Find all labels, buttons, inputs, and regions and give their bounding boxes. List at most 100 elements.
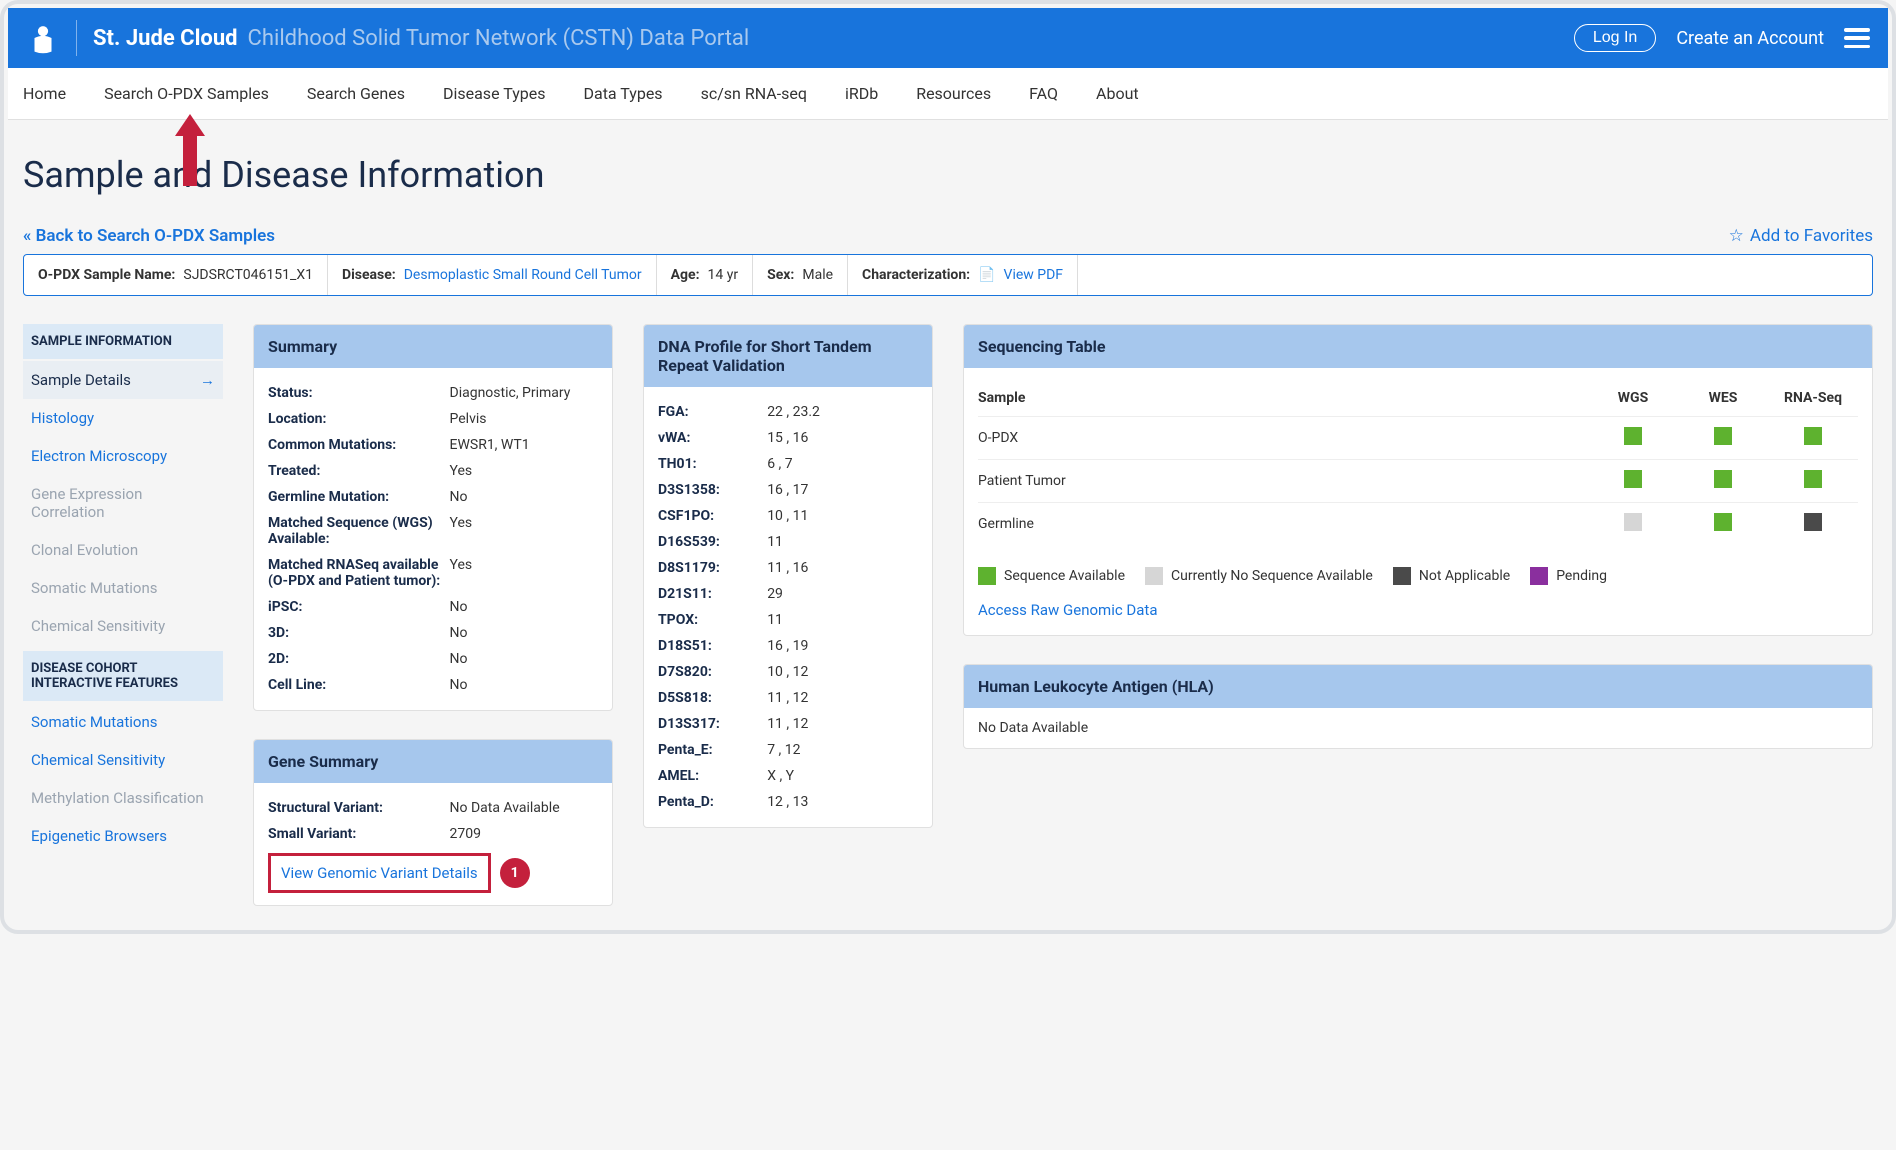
nav-rna-seq[interactable]: sc/sn RNA-seq — [701, 68, 807, 119]
data-row: Treated:Yes — [268, 458, 598, 484]
sidebar-section-sample-info: SAMPLE INFORMATION — [23, 324, 223, 359]
data-row: Matched RNASeq available (O-PDX and Pati… — [268, 552, 598, 594]
data-row: Cell Line:No — [268, 672, 598, 698]
logo-block: St. Jude Cloud Childhood Solid Tumor Net… — [26, 20, 749, 56]
create-account-link[interactable]: Create an Account — [1676, 28, 1824, 49]
nav-faq[interactable]: FAQ — [1029, 68, 1058, 119]
logo-divider — [76, 20, 77, 56]
status-square-icon — [1714, 427, 1732, 445]
info-sample-name: O-PDX Sample Name: SJDSRCT046151_X1 — [24, 255, 328, 295]
legend-square-icon — [1393, 567, 1411, 585]
legend-square-icon — [1530, 567, 1548, 585]
view-pdf-link[interactable]: View PDF — [1004, 267, 1064, 283]
annotation-step-1-box: View Genomic Variant Details 1 — [268, 853, 491, 893]
seq-row: O-PDX — [978, 416, 1858, 459]
data-row: Penta_D:12 , 13 — [658, 789, 918, 815]
annotation-arrow-icon — [175, 114, 205, 184]
seq-header-row: Sample WGS WES RNA-Seq — [978, 380, 1858, 416]
arrow-right-icon: → — [200, 371, 215, 389]
data-row: Germline Mutation:No — [268, 484, 598, 510]
dna-profile-panel: DNA Profile for Short Tandem Repeat Vali… — [643, 324, 933, 828]
data-row: Common Mutations:EWSR1, WT1 — [268, 432, 598, 458]
favorite-label: Add to Favorites — [1750, 226, 1873, 246]
sidebar-item: Clonal Evolution — [23, 531, 223, 569]
back-link[interactable]: « Back to Search O-PDX Samples — [23, 226, 275, 246]
summary-title: Summary — [254, 325, 612, 368]
data-row: D5S818:11 , 12 — [658, 685, 918, 711]
data-row: 3D:No — [268, 620, 598, 646]
view-genomic-variant-link[interactable]: View Genomic Variant Details — [281, 864, 478, 882]
login-button[interactable]: Log In — [1574, 24, 1656, 52]
nav-about[interactable]: About — [1096, 68, 1139, 119]
status-square-icon — [1714, 513, 1732, 531]
data-row: Status:Diagnostic, Primary — [268, 380, 598, 406]
data-row: Location:Pelvis — [268, 406, 598, 432]
data-row: Structural Variant:No Data Available — [268, 795, 598, 821]
sidebar-item[interactable]: Epigenetic Browsers — [23, 817, 223, 855]
data-row: Small Variant:2709 — [268, 821, 598, 847]
brand-subtitle: Childhood Solid Tumor Network (CSTN) Dat… — [248, 26, 750, 51]
dna-profile-title: DNA Profile for Short Tandem Repeat Vali… — [644, 325, 932, 387]
nav-home[interactable]: Home — [23, 68, 66, 119]
status-square-icon — [1624, 513, 1642, 531]
data-row: D16S539:11 — [658, 529, 918, 555]
hla-title: Human Leukocyte Antigen (HLA) — [964, 665, 1872, 708]
status-square-icon — [1804, 470, 1822, 488]
stjude-logo-icon — [26, 21, 60, 55]
data-row: FGA:22 , 23.2 — [658, 399, 918, 425]
sidebar-item: Somatic Mutations — [23, 569, 223, 607]
nav-disease-types[interactable]: Disease Types — [443, 68, 546, 119]
legend-item: Not Applicable — [1393, 567, 1510, 585]
sidebar-item[interactable]: Chemical Sensitivity — [23, 741, 223, 779]
sidebar: SAMPLE INFORMATION Sample Details→Histol… — [23, 324, 223, 855]
data-row: vWA:15 , 16 — [658, 425, 918, 451]
seq-row: Patient Tumor — [978, 459, 1858, 502]
sidebar-item: Methylation Classification — [23, 779, 223, 817]
data-row: CSF1PO:10 , 11 — [658, 503, 918, 529]
disease-link[interactable]: Desmoplastic Small Round Cell Tumor — [404, 267, 642, 283]
add-to-favorites-link[interactable]: ☆ Add to Favorites — [1729, 226, 1873, 246]
data-row: D8S1179:11 , 16 — [658, 555, 918, 581]
nav-resources[interactable]: Resources — [916, 68, 991, 119]
sidebar-item[interactable]: Sample Details→ — [23, 361, 223, 399]
annotation-step-1-badge: 1 — [500, 858, 530, 888]
nav-search-genes[interactable]: Search Genes — [307, 68, 405, 119]
data-row: D21S11:29 — [658, 581, 918, 607]
info-characterization: Characterization: 📄 View PDF — [848, 255, 1078, 295]
status-square-icon — [1624, 427, 1642, 445]
data-row: Penta_E:7 , 12 — [658, 737, 918, 763]
access-raw-data-link[interactable]: Access Raw Genomic Data — [978, 585, 1858, 623]
legend-item: Sequence Available — [978, 567, 1125, 585]
sidebar-item[interactable]: Somatic Mutations — [23, 703, 223, 741]
star-icon: ☆ — [1729, 226, 1744, 246]
page-title: Sample and Disease Information — [23, 154, 1873, 196]
data-row: D7S820:10 , 12 — [658, 659, 918, 685]
status-square-icon — [1624, 470, 1642, 488]
sequencing-table-panel: Sequencing Table Sample WGS WES RNA-Seq … — [963, 324, 1873, 636]
nav-data-types[interactable]: Data Types — [583, 68, 662, 119]
brand-title: St. Jude Cloud — [93, 26, 238, 51]
sidebar-item[interactable]: Histology — [23, 399, 223, 437]
main-nav: Home Search O-PDX Samples Search Genes D… — [8, 68, 1888, 120]
hla-panel: Human Leukocyte Antigen (HLA) No Data Av… — [963, 664, 1873, 749]
status-square-icon — [1804, 427, 1822, 445]
pdf-icon: 📄 — [978, 267, 995, 283]
sidebar-item[interactable]: Electron Microscopy — [23, 437, 223, 475]
gene-summary-panel: Gene Summary Structural Variant:No Data … — [253, 739, 613, 906]
legend-square-icon — [978, 567, 996, 585]
nav-search-opdx[interactable]: Search O-PDX Samples — [104, 68, 269, 119]
nav-irdb[interactable]: iRDb — [845, 68, 878, 119]
menu-icon[interactable] — [1844, 28, 1870, 48]
legend-item: Currently No Sequence Available — [1145, 567, 1373, 585]
info-disease: Disease: Desmoplastic Small Round Cell T… — [328, 255, 657, 295]
status-square-icon — [1714, 470, 1732, 488]
legend-square-icon — [1145, 567, 1163, 585]
data-row: TH01:6 , 7 — [658, 451, 918, 477]
data-row: D3S1358:16 , 17 — [658, 477, 918, 503]
sidebar-section-disease-cohort: DISEASE COHORT INTERACTIVE FEATURES — [23, 651, 223, 701]
data-row: D13S317:11 , 12 — [658, 711, 918, 737]
info-age: Age: 14 yr — [657, 255, 754, 295]
seq-row: Germline — [978, 502, 1858, 545]
sidebar-item: Gene Expression Correlation — [23, 475, 223, 531]
summary-panel: Summary Status:Diagnostic, PrimaryLocati… — [253, 324, 613, 711]
